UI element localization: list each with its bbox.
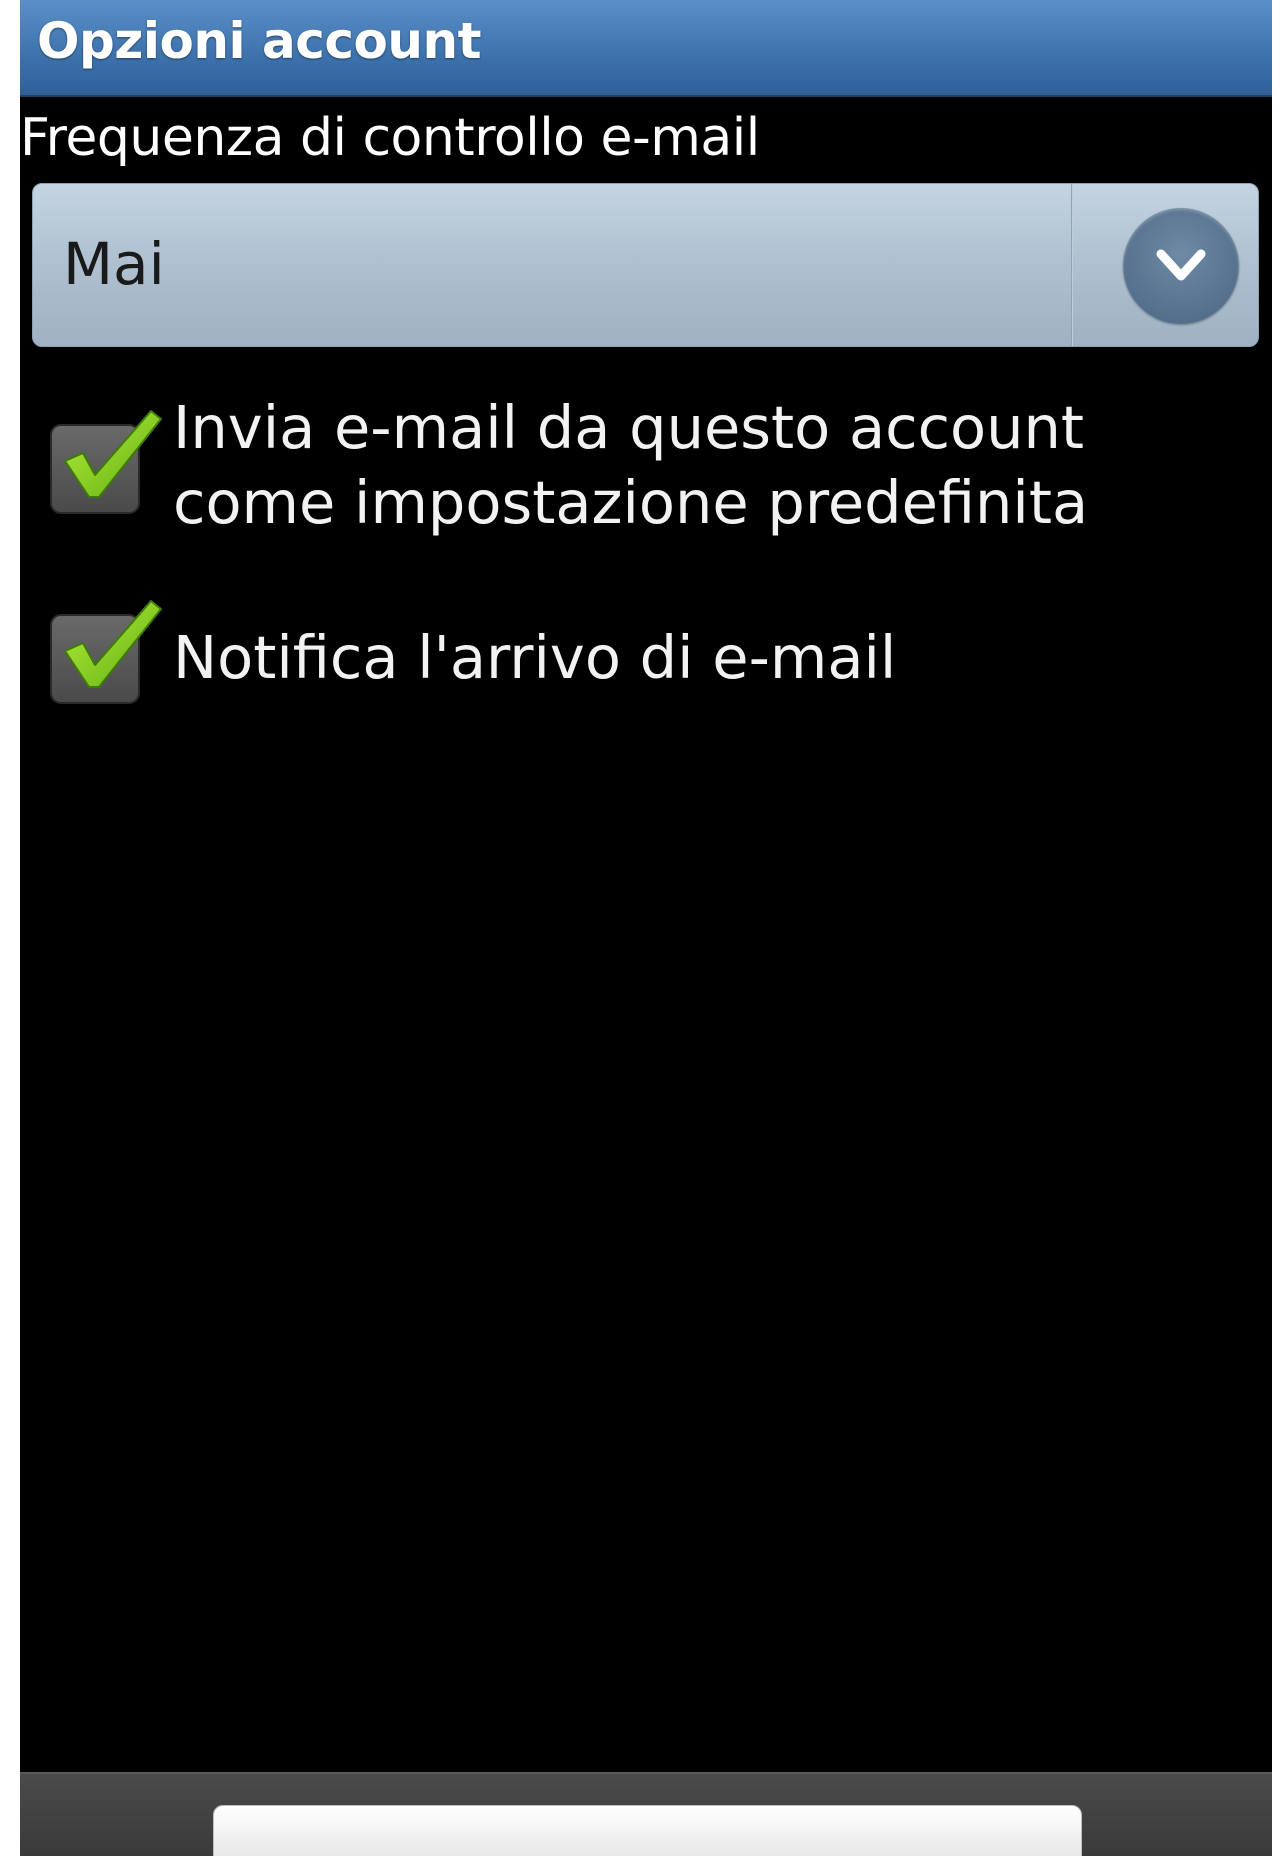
dropdown-divider	[1071, 184, 1073, 346]
notify-email-option[interactable]: Notifica l'arrivo di e-mail	[20, 590, 1272, 710]
default-account-label: Invia e-mail da questo account come impo…	[173, 393, 1089, 537]
notify-email-label: Notifica l'arrivo di e-mail	[173, 623, 897, 692]
check-frequency-label: Frequenza di controllo e-mail	[20, 108, 760, 168]
checkmark-icon	[50, 410, 162, 514]
title-bar: Opzioni account	[20, 0, 1272, 97]
default-account-checkbox[interactable]	[49, 405, 167, 515]
chevron-down-icon[interactable]	[1123, 208, 1239, 324]
default-account-option[interactable]: Invia e-mail da questo account come impo…	[20, 390, 1272, 550]
notify-email-checkbox[interactable]	[49, 595, 167, 705]
bottom-action-bar	[20, 1772, 1272, 1856]
android-screen: Opzioni account Frequenza di controllo e…	[20, 0, 1272, 1856]
dropdown-selected-value: Mai	[63, 230, 165, 298]
page-title: Opzioni account	[37, 12, 482, 70]
checkmark-icon	[50, 600, 162, 704]
check-frequency-dropdown[interactable]: Mai	[32, 183, 1259, 347]
next-button[interactable]	[213, 1805, 1082, 1856]
